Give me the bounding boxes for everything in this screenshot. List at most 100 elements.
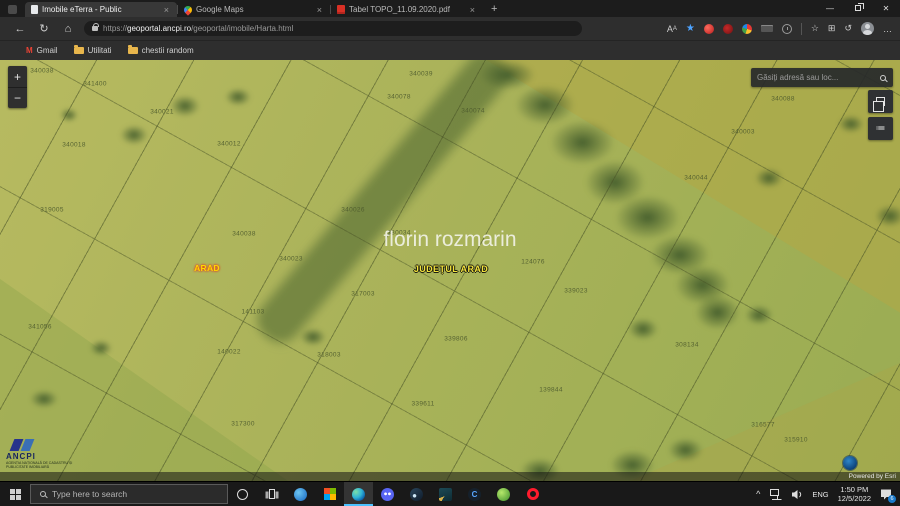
minimize-button[interactable]: — xyxy=(816,0,844,16)
parcel-number-label: 340018 xyxy=(62,142,86,149)
task-view-button[interactable] xyxy=(257,482,286,506)
url-path: /geoportal/imobile/Harta.html xyxy=(191,24,293,33)
keyboard-extension-icon[interactable] xyxy=(761,25,773,32)
app-steam[interactable] xyxy=(402,482,431,506)
cortana-button[interactable] xyxy=(228,482,257,506)
legend-button[interactable]: ≔ xyxy=(868,117,893,140)
basemap-gallery-button[interactable] xyxy=(868,90,893,113)
more-menu-icon[interactable]: … xyxy=(883,24,892,34)
window-controls: — ✕ xyxy=(816,0,900,16)
app-c-letter[interactable]: C xyxy=(460,482,489,506)
new-tab-button[interactable]: + xyxy=(491,3,497,15)
county-label: JUDEȚUL ARAD xyxy=(414,264,488,274)
parcel-number-label: 318003 xyxy=(317,352,341,359)
zoom-control: + − xyxy=(8,66,27,108)
parcel-number-label: 339806 xyxy=(444,336,468,343)
app-utorrent[interactable] xyxy=(489,482,518,506)
tab-imobile-eterra[interactable]: Imobile eTerra - Public × xyxy=(25,2,177,17)
extension-icon-multicolor[interactable] xyxy=(742,24,752,34)
microsoft-logo-icon xyxy=(324,488,336,500)
extension-icon-darkred[interactable] xyxy=(723,24,733,34)
parcel-number-label: 341400 xyxy=(83,81,107,88)
zoom-out-button[interactable]: − xyxy=(8,87,27,108)
tab-title: Tabel TOPO_11.09.2020.pdf xyxy=(349,5,464,14)
tree-band xyxy=(249,60,515,351)
pdf-icon xyxy=(337,5,345,14)
clock-extension-icon[interactable] xyxy=(782,24,792,34)
maximize-button[interactable] xyxy=(844,0,872,16)
ancpi-flag-icon xyxy=(12,439,102,451)
app-blue-media[interactable] xyxy=(286,482,315,506)
window-menu-icon[interactable] xyxy=(8,5,17,14)
tab-title: Google Maps xyxy=(196,5,311,14)
extension-icon-red[interactable] xyxy=(704,24,714,34)
maps-pin-icon xyxy=(182,4,193,15)
start-button[interactable] xyxy=(0,482,30,506)
document-icon xyxy=(31,5,38,14)
language-indicator[interactable]: ENG xyxy=(812,490,828,499)
map-canvas[interactable]: 3400383414003400213400393400783400743400… xyxy=(0,60,900,481)
parcel-number-label: 340044 xyxy=(684,175,708,182)
home-button[interactable]: ⌂ xyxy=(56,23,80,35)
tab-pdf[interactable]: Tabel TOPO_11.09.2020.pdf × xyxy=(331,2,483,17)
show-hidden-icons-chevron[interactable]: ^ xyxy=(756,489,760,499)
time: 1:50 PM xyxy=(840,485,868,494)
title-bar: Imobile eTerra - Public × Google Maps × … xyxy=(0,0,900,17)
close-button[interactable]: ✕ xyxy=(872,0,900,16)
close-tab-icon[interactable]: × xyxy=(162,5,171,15)
parcel-number-label: 139844 xyxy=(539,387,563,394)
parcel-number-label: 140022 xyxy=(217,349,241,356)
legend-icon: ≔ xyxy=(876,123,886,134)
zoom-in-button[interactable]: + xyxy=(8,66,27,87)
read-aloud-icon[interactable]: AA xyxy=(667,24,677,34)
steam-icon xyxy=(410,488,423,501)
refresh-button[interactable]: ↻ xyxy=(32,22,56,35)
basemap-icon xyxy=(876,97,885,106)
lock-icon xyxy=(92,26,98,31)
search-icon xyxy=(40,491,46,497)
app-microsoft[interactable] xyxy=(315,482,344,506)
browser-toolbar: ← ↻ ⌂ https://geoportal.ancpi.ro/geoport… xyxy=(0,17,900,40)
app-opera[interactable] xyxy=(518,482,547,506)
map-search-input[interactable] xyxy=(751,73,873,82)
edge-icon xyxy=(352,488,365,501)
bookmark-label: Gmail xyxy=(37,46,58,55)
clock[interactable]: 1:50 PM 12/5/2022 xyxy=(838,485,871,504)
utorrent-icon xyxy=(497,488,510,501)
taskbar-search[interactable] xyxy=(30,484,228,504)
task-view-icon xyxy=(269,489,275,499)
close-tab-icon[interactable]: × xyxy=(468,5,477,15)
toolbar-icons: AA ★ ☆ ⊞ ↺ … xyxy=(590,22,892,35)
favorite-added-star-icon[interactable]: ★ xyxy=(686,23,695,34)
network-icon[interactable] xyxy=(769,489,782,500)
parcel-number-label: 317300 xyxy=(231,421,255,428)
app-teal-sail[interactable] xyxy=(431,482,460,506)
parcel-number-label: 340088 xyxy=(771,96,795,103)
city-label: ARAD xyxy=(194,263,220,273)
history-icon[interactable]: ↺ xyxy=(844,23,852,34)
parcel-number-label: 340039 xyxy=(409,71,433,78)
app-discord[interactable] xyxy=(373,482,402,506)
browser-window: Imobile eTerra - Public × Google Maps × … xyxy=(0,0,900,506)
bookmark-gmail[interactable]: M Gmail xyxy=(26,46,58,55)
bookmark-folder-utilitati[interactable]: Utilitati xyxy=(74,46,112,55)
restore-icon xyxy=(855,5,861,11)
parcel-number-label: 319005 xyxy=(40,207,64,214)
folder-icon xyxy=(128,47,138,54)
address-bar[interactable]: https://geoportal.ancpi.ro/geoportal/imo… xyxy=(84,21,582,36)
collections-icon[interactable]: ⊞ xyxy=(828,23,836,34)
back-button[interactable]: ← xyxy=(8,23,32,35)
close-tab-icon[interactable]: × xyxy=(315,5,324,15)
tab-google-maps[interactable]: Google Maps × xyxy=(178,2,330,17)
profile-avatar[interactable] xyxy=(861,22,874,35)
map-search-box xyxy=(751,68,893,87)
action-center-button[interactable]: 6 xyxy=(880,488,892,500)
location-dot[interactable] xyxy=(843,456,857,470)
search-icon[interactable] xyxy=(880,75,886,81)
bookmark-folder-chestii[interactable]: chestii random xyxy=(128,46,194,55)
speaker-icon[interactable] xyxy=(791,489,803,500)
taskbar-search-input[interactable] xyxy=(52,489,227,499)
favorites-bar-icon[interactable]: ☆ xyxy=(811,23,819,34)
app-edge[interactable] xyxy=(344,482,373,506)
parcel-number-label: 341056 xyxy=(28,324,52,331)
